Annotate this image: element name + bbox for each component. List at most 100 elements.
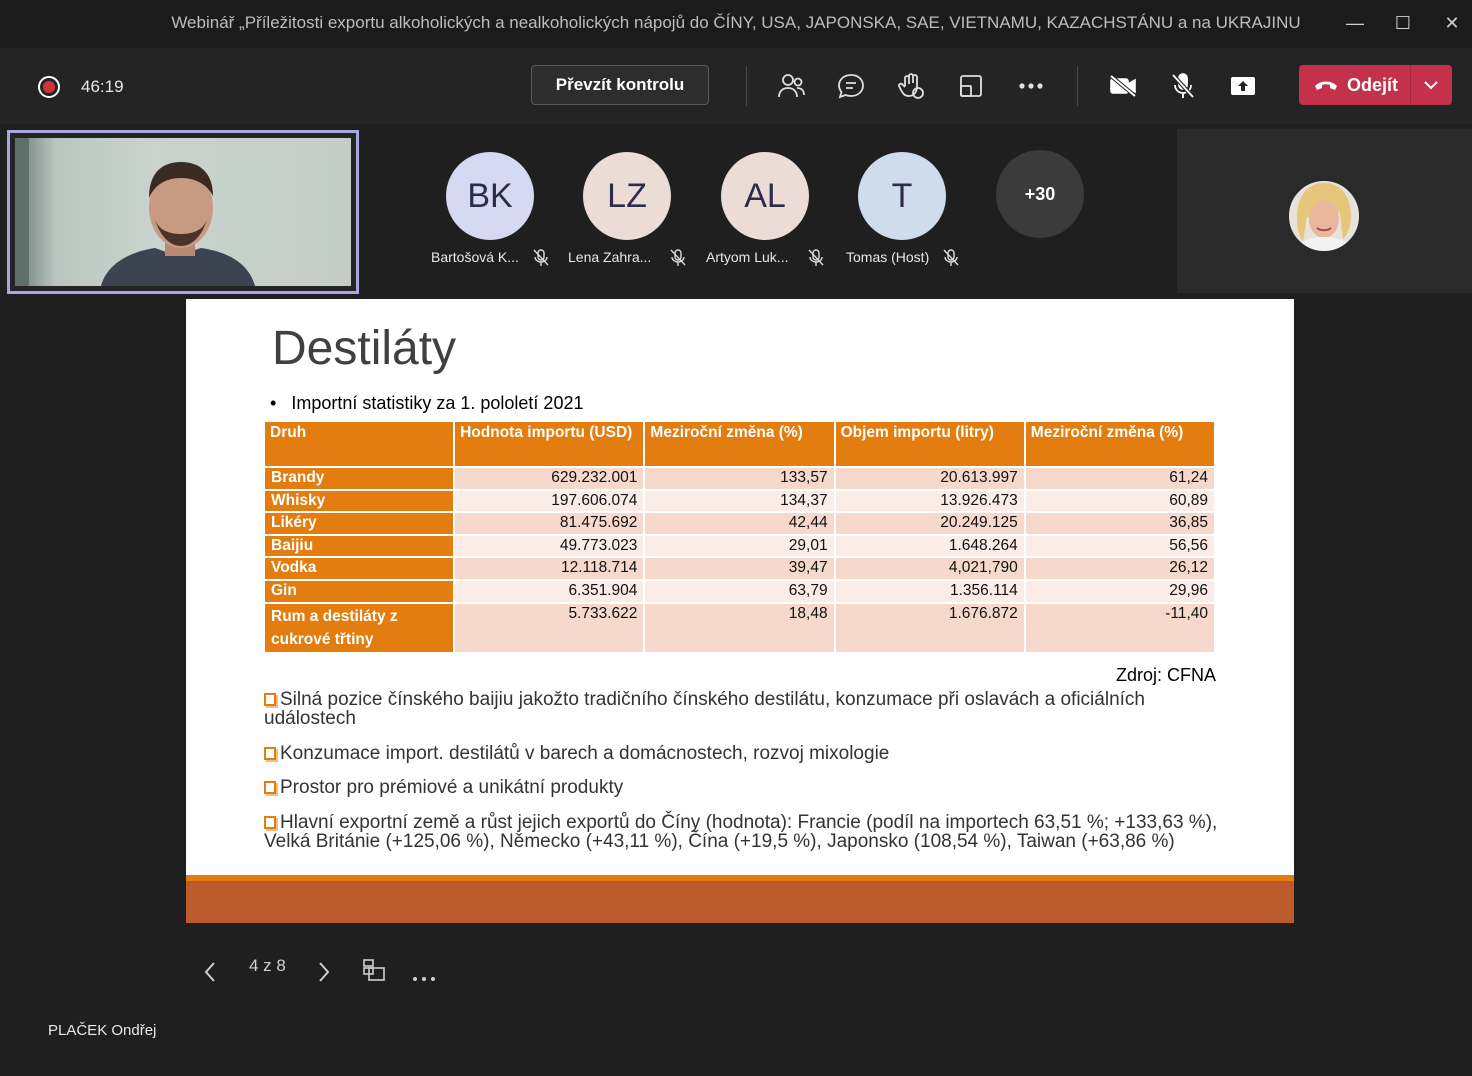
participant-initials: BK bbox=[467, 177, 513, 215]
table-cell: 197.606.074 bbox=[455, 490, 644, 512]
row-label: Rum a destiláty z cukrové třtiny bbox=[265, 603, 454, 652]
bullet-text: Silná pozice čínského baijiu jakožto tra… bbox=[264, 689, 1145, 729]
row-label: Vodka bbox=[265, 558, 454, 579]
source-note: Zdroj: CFNA bbox=[1115, 665, 1216, 685]
chat-icon[interactable] bbox=[831, 68, 871, 104]
bullet-item: Hlavní exportní země a růst jejich expor… bbox=[264, 813, 1224, 851]
mic-off-icon bbox=[943, 249, 959, 266]
checkbox-bullet-icon bbox=[264, 747, 276, 760]
camera-off-icon[interactable] bbox=[1103, 68, 1143, 104]
table-cell: 1.676.872 bbox=[835, 603, 1024, 652]
column-header: Meziroční změna (%) bbox=[645, 422, 834, 466]
maximize-icon[interactable]: ☐ bbox=[1385, 8, 1421, 38]
participant-avatar[interactable]: BK bbox=[446, 152, 534, 240]
participant-initials: LZ bbox=[607, 177, 647, 215]
table-cell: 20.249.125 bbox=[835, 513, 1024, 534]
table-header-row: Druh Hodnota importu (USD) Meziroční změ… bbox=[265, 422, 1214, 466]
table-cell: 18,48 bbox=[645, 603, 834, 652]
mic-off-icon bbox=[670, 249, 686, 266]
checkbox-bullet-icon bbox=[264, 781, 276, 794]
participant-avatar[interactable]: AL bbox=[721, 152, 809, 240]
row-label: Likéry bbox=[265, 513, 454, 534]
table-cell: 12.118.714 bbox=[455, 558, 644, 579]
more-icon[interactable] bbox=[1011, 68, 1051, 104]
raise-hand-icon[interactable] bbox=[891, 68, 931, 104]
bullet-item: Silná pozice čínského baijiu jakožto tra… bbox=[264, 690, 1224, 728]
video-tile-speaker[interactable] bbox=[7, 130, 359, 294]
table-cell: 61,24 bbox=[1025, 468, 1214, 489]
table-cell: 29,96 bbox=[1025, 580, 1214, 602]
table-cell: 56,56 bbox=[1025, 535, 1214, 557]
mic-off-icon bbox=[808, 249, 824, 266]
bullet-text: Prostor pro prémiové a unikátní produkty bbox=[280, 777, 624, 798]
table-cell: 1.356.114 bbox=[835, 580, 1024, 602]
table-row: Likéry 81.475.692 42,44 20.249.125 36,85 bbox=[265, 513, 1214, 534]
bullet-item: Prostor pro prémiové a unikátní produkty bbox=[264, 778, 1224, 797]
table-cell: 81.475.692 bbox=[455, 513, 644, 534]
row-label: Gin bbox=[265, 580, 454, 602]
slide-grid-icon[interactable] bbox=[362, 955, 386, 985]
share-screen-icon[interactable] bbox=[1223, 68, 1263, 104]
table-cell: 49.773.023 bbox=[455, 535, 644, 557]
more-participants-count: +30 bbox=[1024, 184, 1056, 204]
participant-name: Artyom Luk... bbox=[706, 249, 789, 265]
bullet-text: Hlavní exportní země a růst jejich expor… bbox=[264, 812, 1218, 852]
next-slide-icon[interactable] bbox=[317, 957, 331, 987]
previous-slide-icon[interactable] bbox=[203, 957, 217, 987]
minimize-icon[interactable]: — bbox=[1337, 8, 1373, 38]
bullet-item: Konzumace import. destilátů v barech a d… bbox=[264, 744, 1224, 763]
presenter-name: PLAČEK Ondřej bbox=[48, 1022, 157, 1039]
table-cell: 134,37 bbox=[645, 490, 834, 512]
participant-initials: T bbox=[891, 177, 913, 215]
close-icon[interactable]: ✕ bbox=[1434, 8, 1470, 38]
participant-avatar[interactable]: T bbox=[858, 152, 946, 240]
phone-hangup-icon bbox=[1315, 81, 1337, 90]
table-cell-negative: -11,40 bbox=[1025, 603, 1214, 652]
table-row: Brandy 629.232.001 133,57 20.613.997 61,… bbox=[265, 468, 1214, 489]
leave-button[interactable]: Odejít bbox=[1299, 65, 1452, 105]
participants-icon[interactable] bbox=[771, 68, 811, 104]
slide-page-indicator: 4 z 8 bbox=[249, 956, 286, 975]
table-cell: 36,85 bbox=[1025, 513, 1214, 534]
take-control-button[interactable]: Převzít kontrolu bbox=[531, 65, 709, 105]
slide-subtitle-text: Importní statistiky za 1. pololetí 2021 bbox=[291, 393, 584, 413]
table-row: Rum a destiláty z cukrové třtiny 5.733.6… bbox=[265, 603, 1214, 652]
toolbar-divider bbox=[1077, 66, 1078, 106]
column-header: Objem importu (litry) bbox=[835, 422, 1024, 466]
participant-avatar[interactable]: LZ bbox=[583, 152, 671, 240]
table-cell: 6.351.904 bbox=[455, 580, 644, 602]
table-cell: 133,57 bbox=[645, 468, 834, 489]
table-cell: 5.733.622 bbox=[455, 603, 644, 652]
mic-off-icon[interactable] bbox=[1163, 68, 1203, 104]
table-row: Gin 6.351.904 63,79 1.356.114 29,96 bbox=[265, 580, 1214, 602]
video-tile-participant[interactable] bbox=[1177, 129, 1472, 293]
row-label: Brandy bbox=[265, 468, 454, 489]
leave-label: Odejít bbox=[1347, 75, 1399, 95]
slide-subtitle: • Importní statistiky za 1. pololetí 202… bbox=[270, 393, 583, 414]
breakout-room-icon[interactable] bbox=[951, 68, 991, 104]
table-cell: 60,89 bbox=[1025, 490, 1214, 512]
shared-slide: Destiláty • Importní statistiky za 1. po… bbox=[186, 299, 1294, 923]
table-cell: 63,79 bbox=[645, 580, 834, 602]
column-header: Meziroční změna (%) bbox=[1025, 422, 1214, 466]
table-row: Baijiu 49.773.023 29,01 1.648.264 56,56 bbox=[265, 535, 1214, 557]
column-header: Druh bbox=[265, 422, 454, 466]
slide-title: Destiláty bbox=[272, 322, 457, 375]
participant-initials: AL bbox=[744, 177, 786, 215]
slide-more-icon[interactable] bbox=[412, 964, 436, 994]
speaker-figure bbox=[15, 138, 255, 286]
more-participants-button[interactable]: +30 bbox=[996, 150, 1084, 238]
chevron-down-icon[interactable] bbox=[1423, 79, 1439, 91]
column-header: Hodnota importu (USD) bbox=[455, 422, 644, 466]
mic-off-icon bbox=[533, 249, 549, 266]
participant-name: Lena Zahra... bbox=[568, 249, 652, 265]
table-cell: 4,021,790 bbox=[835, 558, 1024, 579]
speaker-video bbox=[15, 138, 351, 286]
leave-divider bbox=[1410, 65, 1411, 105]
participant-name: Bartošová K... bbox=[431, 249, 519, 265]
table-cell: 13.926.473 bbox=[835, 490, 1024, 512]
checkbox-bullet-icon bbox=[264, 693, 276, 706]
meeting-stage: BK Bartošová K... LZ Lena Zahra... AL Ar… bbox=[0, 124, 1472, 1076]
row-label: Baijiu bbox=[265, 535, 454, 557]
table-cell: 29,01 bbox=[645, 535, 834, 557]
